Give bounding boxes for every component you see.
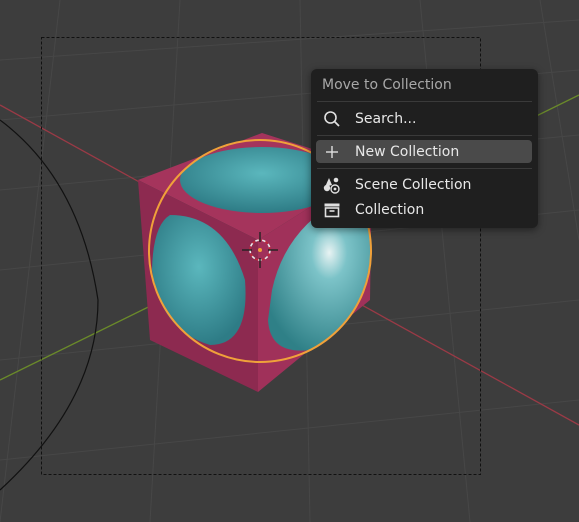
search-icon bbox=[318, 107, 346, 130]
collection-box-icon bbox=[318, 198, 346, 221]
search-label: Search... bbox=[355, 110, 417, 127]
new-collection-label: New Collection bbox=[355, 143, 460, 160]
collection-label: Collection bbox=[355, 201, 425, 218]
move-to-collection-menu: Move to Collection Search... New Collect… bbox=[311, 69, 538, 228]
light-outline bbox=[0, 119, 99, 491]
scene-collection-icon bbox=[318, 173, 346, 196]
menu-separator bbox=[317, 101, 532, 102]
scene-collection-menu-item[interactable]: Scene Collection bbox=[316, 173, 532, 196]
scene-collection-label: Scene Collection bbox=[355, 176, 472, 193]
plus-icon bbox=[318, 140, 346, 163]
search-menu-item[interactable]: Search... bbox=[316, 107, 532, 130]
menu-title: Move to Collection bbox=[322, 77, 452, 93]
menu-separator bbox=[317, 168, 532, 169]
collection-menu-item[interactable]: Collection bbox=[316, 198, 532, 221]
menu-separator bbox=[317, 135, 532, 136]
new-collection-menu-item[interactable]: New Collection bbox=[316, 140, 532, 163]
